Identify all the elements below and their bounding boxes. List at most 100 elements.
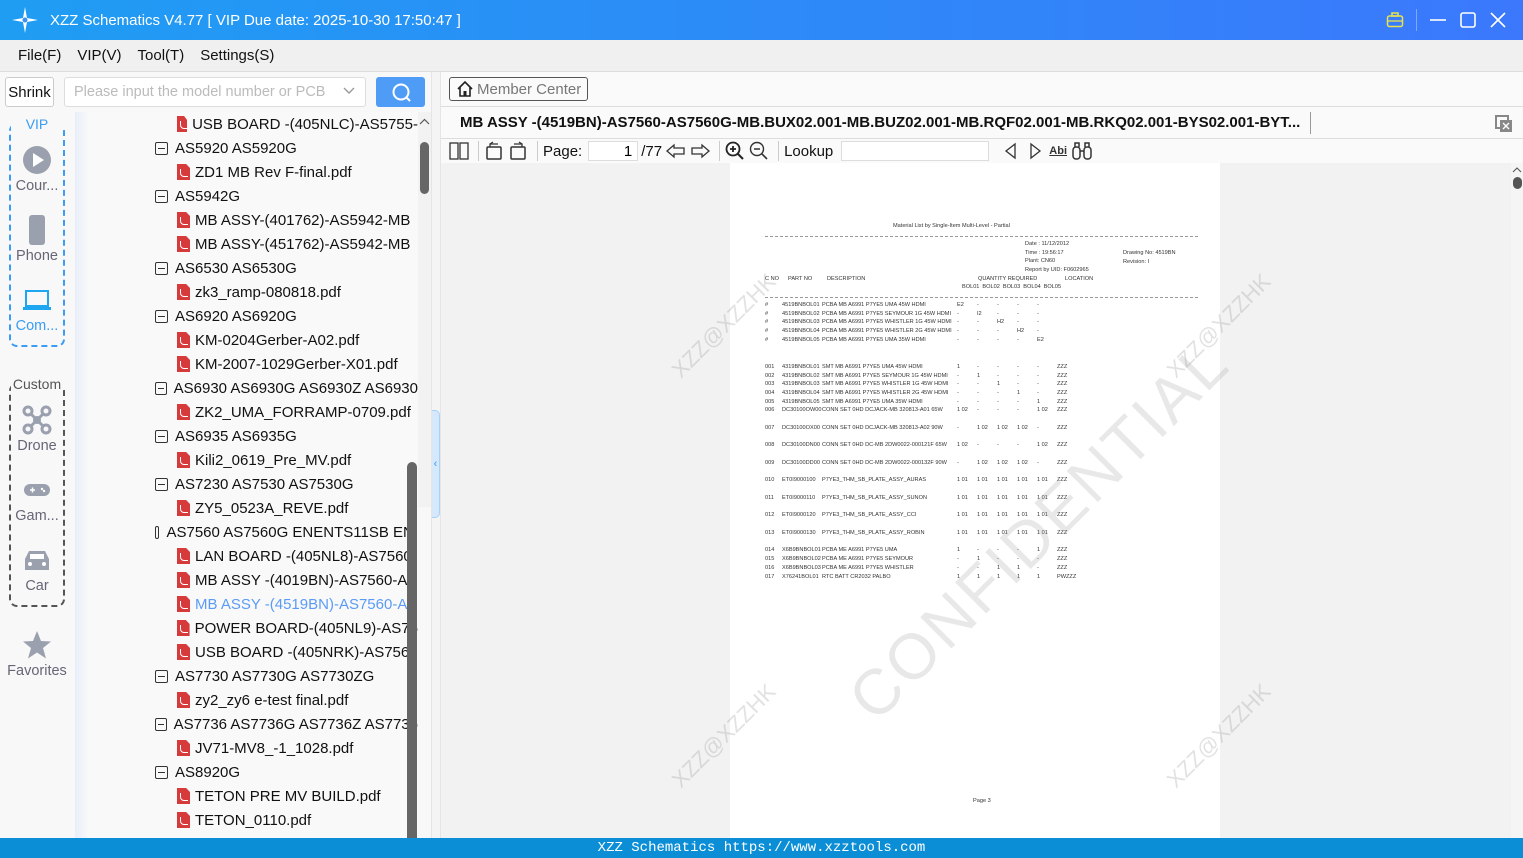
viewer-scrollbar[interactable] [1511,163,1523,838]
collapse-icon[interactable] [155,141,168,155]
tree-folder[interactable]: AS7230 AS7530 AS7530G [75,472,418,496]
tree-file[interactable]: TETON PRE MV BUILD.pdf [75,784,418,808]
tree-folder[interactable]: AS7730 AS7730G AS7730ZG [75,664,418,688]
rotate-left-icon[interactable] [484,140,504,162]
maximize-button[interactable] [1453,5,1483,35]
scroll-up-icon[interactable] [1511,165,1523,175]
panel-splitter[interactable]: ‹ [431,72,441,838]
category-car[interactable]: Car [0,545,74,594]
collapse-icon[interactable] [155,669,168,683]
tree-file[interactable]: TETON_0110.pdf [75,808,418,832]
collapse-icon[interactable] [155,717,167,731]
close-tab-icon[interactable] [1495,115,1513,137]
cell-no: 003 [765,381,775,388]
tree-file[interactable]: USB BOARD -(405NRK)-AS7560 [75,640,418,664]
tree-folder[interactable]: AS5920 AS5920G [75,136,418,160]
tree-file[interactable]: USB BOARD -(405NLC)-AS5755- [75,112,418,136]
two-page-view-icon[interactable] [449,140,469,162]
menu-file[interactable]: File(F) [18,47,61,64]
lookup-input[interactable] [841,141,990,161]
collapse-icon[interactable] [155,261,168,275]
table-row: #4519BNBOL04 PCBA MB A6991 P7YE5 WHISTLER… [765,327,1087,336]
collapse-icon[interactable] [155,309,168,323]
tree-scrollbar[interactable] [418,112,431,507]
cell-part: DC30100OX00 [782,424,820,431]
cell-part: ET0I9000110 [782,494,816,501]
tree-file[interactable]: LAN BOARD -(405NL8)-AS7560- [75,544,418,568]
document-viewer[interactable]: Material List by Single-Item Multi-Level… [441,163,1523,838]
find-previous-icon[interactable] [1001,140,1021,162]
meta-line: Time : 19:56:17 [1025,249,1064,256]
previous-page-icon[interactable] [666,140,686,162]
next-page-icon[interactable] [690,140,711,162]
cell-location: ZZZ [1057,564,1068,571]
tree-file[interactable]: ZK2_UMA_FORRAMP-0709.pdf [75,400,418,424]
tree-file[interactable]: Kili2_0619_Pre_MV.pdf [75,448,418,472]
close-button[interactable] [1483,5,1513,35]
collapse-icon[interactable] [155,189,168,203]
scroll-thumb[interactable] [1513,177,1522,189]
tree-horizontal-scroll-thumb[interactable] [407,462,417,838]
scroll-thumb[interactable] [420,142,429,194]
find-next-icon[interactable] [1025,140,1045,162]
tree-folder[interactable]: AS8920G [75,760,418,784]
tree-file[interactable]: zk3_ramp-080818.pdf [75,280,418,304]
minimize-button[interactable] [1423,5,1453,35]
tree-folder[interactable]: AS7560 AS7560G ENENTS11SB ENI [75,520,418,544]
zoom-out-icon[interactable] [749,140,769,162]
tree-file[interactable]: MB ASSY-(451762)-AS5942-MB [75,232,418,256]
tree-file[interactable]: POWER BOARD-(405NL9)-AS75 [75,616,418,640]
pdf-icon [177,236,190,252]
tree-folder[interactable]: AS6930 AS6930G AS6930Z AS6930 [75,376,418,400]
tree-item-label: AS8920G [175,763,241,781]
cell-qty: - [977,442,979,449]
chevron-down-icon[interactable] [343,84,355,100]
category-drone[interactable]: Drone [0,405,74,454]
menu-tool[interactable]: Tool(T) [138,47,185,64]
category-phone[interactable]: Phone [0,215,74,264]
cell-qty: 1 02 [1037,407,1048,414]
member-center-button[interactable]: Member Center [449,77,589,101]
tree-folder[interactable]: AS5942G [75,184,418,208]
bom-header: BOL05 [1043,284,1062,290]
vip-briefcase-icon[interactable] [1380,5,1410,35]
tree-folder[interactable]: AS7736 AS7736G AS7736Z AS7736 [75,712,418,736]
search-button[interactable] [376,77,425,107]
scroll-up-icon[interactable] [418,116,431,128]
category-courses[interactable]: Cour... [0,145,74,194]
page-number-input[interactable] [588,141,639,161]
tree-file[interactable]: KM-0204Gerber-A02.pdf [75,328,418,352]
collapse-icon[interactable] [155,765,168,779]
tree-file[interactable]: KM-2007-1029Gerber-X01.pdf [75,352,418,376]
category-game[interactable]: Gam... [0,475,74,524]
collapse-icon[interactable] [155,525,160,539]
match-case-icon[interactable]: Abi [1049,140,1067,162]
tree-item-label: AS7230 AS7530 AS7530G [175,475,354,493]
tree-file[interactable]: MB ASSY-(401762)-AS5942-MB [75,208,418,232]
zoom-in-icon[interactable] [725,140,745,162]
document-tab[interactable]: MB ASSY -(4519BN)-AS7560-AS7560G-MB.BUX0… [441,106,1523,139]
tree-file[interactable]: MB ASSY -(4019BN)-AS7560-AS [75,568,418,592]
rotate-right-icon[interactable] [508,140,528,162]
category-favorites[interactable]: Favorites [0,630,74,679]
tree-folder[interactable]: AS6920 AS6920G [75,304,418,328]
collapse-icon[interactable] [155,477,168,491]
collapse-icon[interactable] [155,429,168,443]
category-computer[interactable]: Com... [0,285,74,334]
tree-folder[interactable]: AS6935 AS6935G [75,424,418,448]
cell-location: PWZZZ [1057,573,1077,580]
collapse-icon[interactable] [155,381,167,395]
tree-folder[interactable]: AS6530 AS6530G [75,256,418,280]
menu-settings[interactable]: Settings(S) [200,47,274,64]
tree-file[interactable]: ZY5_0523A_REVE.pdf [75,496,418,520]
menu-vip[interactable]: VIP(V) [77,47,121,64]
tree-file[interactable]: zy2_zy6 e-test final.pdf [75,688,418,712]
viewer-panel: Member Center MB ASSY -(4519BN)-AS7560-A… [441,72,1523,838]
tree-file[interactable]: MB ASSY -(4519BN)-AS7560-AS [75,592,418,616]
tree-file[interactable]: ZD1 MB Rev F-final.pdf [75,160,418,184]
binoculars-icon[interactable] [1071,140,1093,162]
collapse-panel-button[interactable]: ‹ [432,410,440,518]
search-input[interactable] [74,84,334,100]
shrink-button[interactable]: Shrink [5,77,54,107]
tree-file[interactable]: JV71-MV8_-1_1028.pdf [75,736,418,760]
